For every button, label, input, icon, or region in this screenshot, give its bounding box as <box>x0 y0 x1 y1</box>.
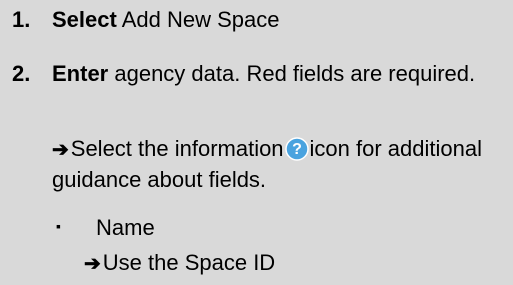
svg-text:?: ? <box>292 141 302 158</box>
instruction-panel: 1. Select Add New Space 2. Enter agency … <box>0 0 513 285</box>
step-1: 1. Select Add New Space <box>12 5 502 35</box>
arrow-right-icon: ➔ <box>52 139 69 161</box>
info-note: ➔Select the information ? icon for addit… <box>52 134 502 195</box>
step-text: Select Add New Space <box>52 5 502 35</box>
step-action: Enter <box>52 61 109 86</box>
step-text: Enter agency data. Red fields are requir… <box>52 59 502 89</box>
step-2: 2. Enter agency data. Red fields are req… <box>12 59 502 89</box>
step-action: Select <box>52 7 117 32</box>
step-number: 1. <box>12 7 31 32</box>
note-text-before: Select the information <box>70 136 284 161</box>
step-description: agency data. Red fields are required. <box>108 61 476 86</box>
field-name-label: Name <box>96 215 155 240</box>
step-number: 2. <box>12 61 31 86</box>
field-tip-text: Use the Space ID <box>102 250 276 275</box>
info-question-icon: ? <box>284 137 309 161</box>
arrow-right-icon: ➔ <box>84 253 101 275</box>
field-tip: ➔Use the Space ID <box>84 248 275 279</box>
bullet-marker: ▪ <box>56 218 61 234</box>
step-description: Add New Space <box>116 7 280 32</box>
field-bullet: ▪ Name <box>56 213 155 243</box>
